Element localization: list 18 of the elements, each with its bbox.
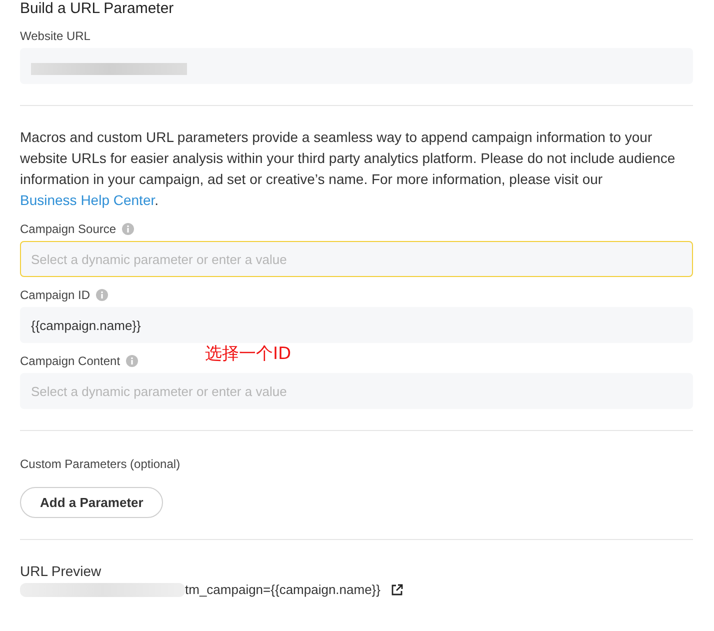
add-parameter-button[interactable]: Add a Parameter (20, 487, 164, 518)
field-label: Campaign ID (20, 288, 90, 302)
url-preview-label: URL Preview (20, 563, 102, 579)
field-label: Campaign Content (20, 354, 120, 368)
info-icon[interactable] (96, 289, 108, 301)
url-preview-text: tm_campaign={{campaign.name}} (185, 582, 380, 597)
annotation-text: 选择一个ID (205, 344, 292, 364)
section-label: Custom Parameters (optional) (20, 457, 182, 471)
section-title: Build a URL Parameter (20, 0, 175, 19)
website-url-field[interactable] (20, 48, 693, 84)
info-icon[interactable] (122, 223, 134, 235)
parameter-input[interactable]: Select a dynamic parameter or enter a value (20, 241, 693, 277)
description-text: Macros and custom URL parameters provide a seamless way to append campaign information to your website URLs for easier analysis within your third party analytics platform. Please do not include audience information in your campaign, ad set or creative’s name. For more information, please visit our Business Help Center. (20, 128, 676, 210)
parameter-input[interactable]: {{campaign.name}} (20, 307, 693, 343)
field-label: Campaign Source (20, 222, 116, 236)
field-label: Website URL (20, 29, 92, 43)
info-icon[interactable] (126, 355, 138, 367)
external-link-icon[interactable] (390, 584, 402, 596)
